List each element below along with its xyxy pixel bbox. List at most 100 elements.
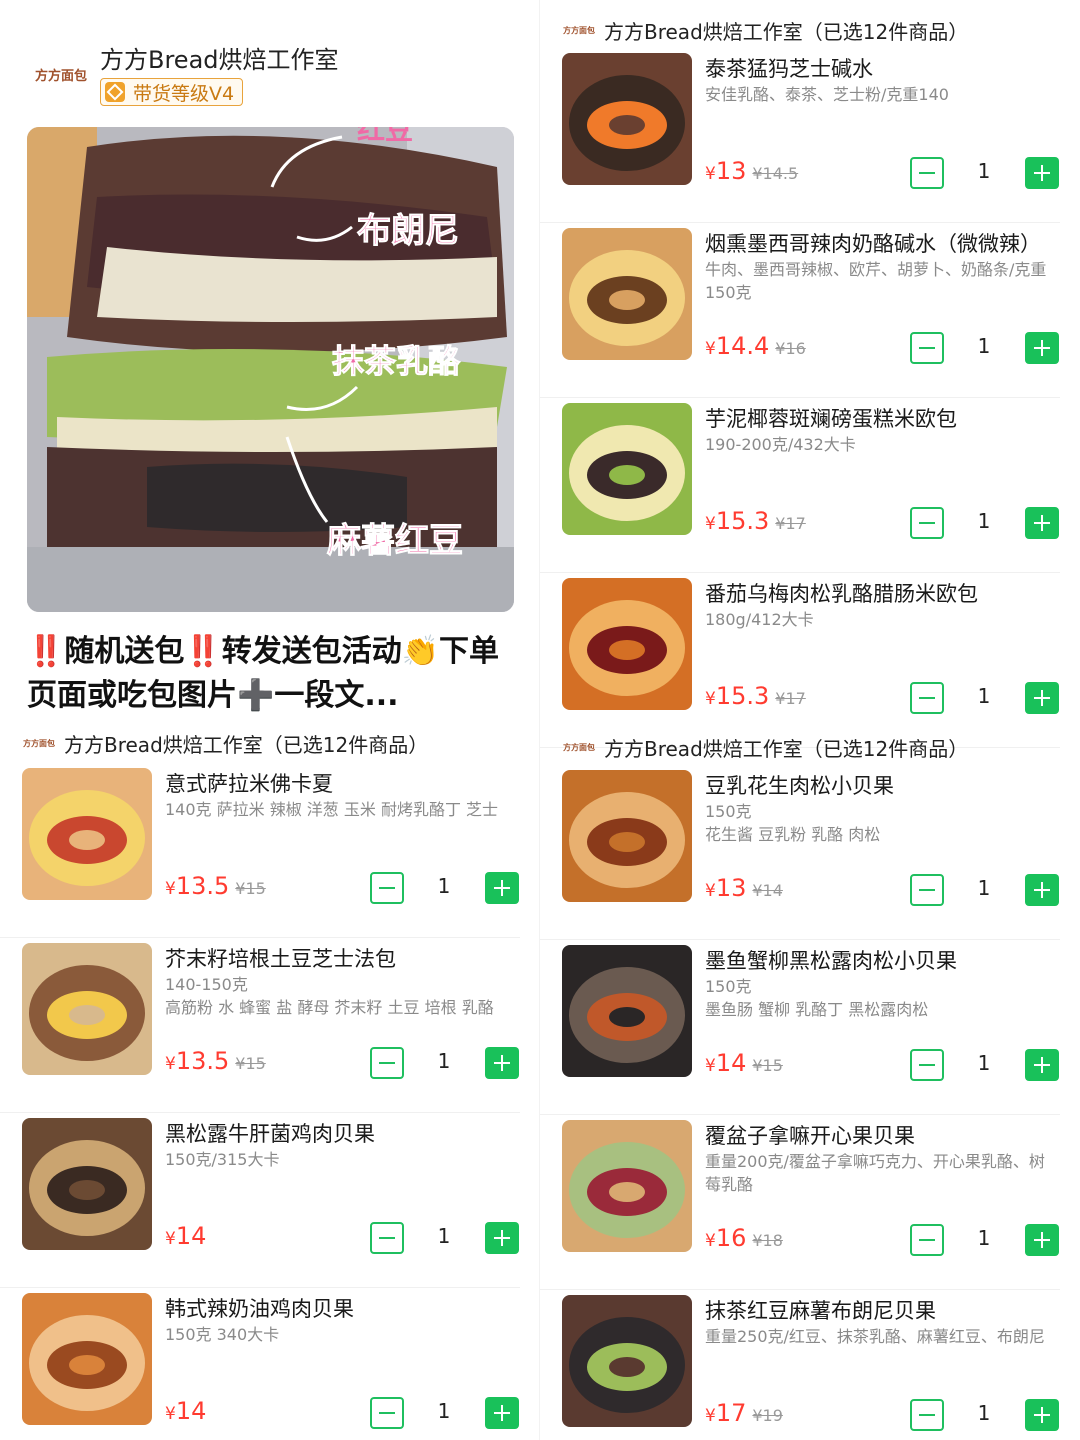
card-divider — [540, 572, 1060, 573]
product-thumbnail[interactable] — [562, 578, 692, 710]
product-card[interactable]: 覆盆子拿嘛开心果贝果 重量200克/覆盆子拿嘛巧克力、开心果乳酪、树莓乳酪 ¥1… — [540, 1120, 1060, 1290]
current-price: 14 — [175, 1397, 207, 1425]
product-thumbnail[interactable] — [22, 943, 152, 1075]
product-name[interactable]: 韩式辣奶油鸡肉贝果 — [165, 1293, 354, 1323]
product-thumbnail[interactable] — [562, 53, 692, 185]
store-strip-middle[interactable]: 方方面包 方方Bread烘焙工作室（已选12件商品） — [562, 733, 968, 762]
decrease-quantity-button[interactable] — [370, 1222, 404, 1254]
product-card[interactable]: 番茄乌梅肉松乳酪腊肠米欧包 180g/412大卡 ¥15.3 ¥17 1 — [540, 578, 1060, 748]
increase-quantity-button[interactable] — [1025, 1399, 1059, 1431]
product-card[interactable]: 泰茶猛犸芝士碱水 安佳乳酪、泰茶、芝士粉/克重140 ¥13 ¥14.5 1 — [540, 53, 1060, 223]
increase-quantity-button[interactable] — [1025, 332, 1059, 364]
product-price: ¥13 ¥14.5 — [705, 157, 799, 185]
store-strip[interactable]: 方方面包 方方Bread烘焙工作室（已选12件商品） — [22, 729, 428, 758]
hero-label-4: 麻薯红豆 — [327, 521, 463, 561]
product-card[interactable]: 豆乳花生肉松小贝果 150克 花生酱 豆乳粉 乳酪 肉松 ¥13 ¥14 1 — [540, 770, 1060, 940]
original-price: ¥16 — [775, 339, 806, 358]
product-name[interactable]: 芥末籽培根土豆芝士法包 — [165, 943, 396, 973]
decrease-quantity-button[interactable] — [910, 1224, 944, 1256]
product-thumbnail[interactable] — [22, 1293, 152, 1425]
hero-image[interactable]: 红豆 布朗尼 抹茶乳酪 麻薯红豆 — [27, 127, 514, 612]
product-photo — [562, 1120, 692, 1252]
product-card[interactable]: 黑松露牛肝菌鸡肉贝果 150克/315大卡 ¥14 1 — [0, 1118, 520, 1288]
quantity-value: 1 — [437, 1399, 451, 1423]
decrease-quantity-button[interactable] — [370, 1047, 404, 1079]
product-name[interactable]: 抹茶红豆麻薯布朗尼贝果 — [705, 1295, 936, 1325]
product-thumbnail[interactable] — [562, 228, 692, 360]
product-thumbnail[interactable] — [562, 1120, 692, 1252]
product-price: ¥14 ¥15 — [705, 1049, 783, 1077]
product-name[interactable]: 烟熏墨西哥辣肉奶酪碱水（微微辣） — [705, 228, 1041, 258]
hero-label-2: 布朗尼 — [357, 211, 459, 251]
store-mini-logo: 方方面包 — [563, 742, 595, 752]
product-thumbnail[interactable] — [22, 768, 152, 900]
decrease-quantity-button[interactable] — [370, 1397, 404, 1429]
product-price: ¥13 ¥14 — [705, 874, 783, 902]
product-card[interactable]: 抹茶红豆麻薯布朗尼贝果 重量250克/红豆、抹茶乳酪、麻薯红豆、布朗尼 ¥17 ¥… — [540, 1295, 1060, 1440]
product-photo — [22, 943, 152, 1075]
increase-quantity-button[interactable] — [1025, 874, 1059, 906]
decrease-quantity-button[interactable] — [910, 332, 944, 364]
increase-quantity-button[interactable] — [1025, 1224, 1059, 1256]
product-description: 150克 墨鱼肠 蟹柳 乳酪丁 黑松露肉松 — [705, 977, 929, 1019]
product-photo — [22, 768, 152, 900]
increase-quantity-button[interactable] — [1025, 682, 1059, 714]
product-photo — [562, 228, 692, 360]
current-price: 13 — [715, 157, 747, 185]
current-price: 13 — [715, 874, 747, 902]
quantity-value: 1 — [977, 509, 991, 533]
increase-quantity-button[interactable] — [485, 1222, 519, 1254]
decrease-quantity-button[interactable] — [910, 1399, 944, 1431]
card-divider — [540, 222, 1060, 223]
store-mini-logo: 方方面包 — [563, 25, 595, 35]
product-name[interactable]: 墨鱼蟹柳黑松露肉松小贝果 — [705, 945, 957, 975]
increase-quantity-button[interactable] — [485, 872, 519, 904]
quantity-value: 1 — [977, 159, 991, 183]
decrease-quantity-button[interactable] — [910, 1049, 944, 1081]
product-name[interactable]: 泰茶猛犸芝士碱水 — [705, 53, 873, 83]
product-thumbnail[interactable] — [562, 403, 692, 535]
increase-quantity-button[interactable] — [1025, 1049, 1059, 1081]
increase-quantity-button[interactable] — [485, 1397, 519, 1429]
product-price: ¥16 ¥18 — [705, 1224, 783, 1252]
product-card[interactable]: 烟熏墨西哥辣肉奶酪碱水（微微辣） 牛肉、墨西哥辣椒、欧芹、胡萝卜、奶酪条/克重1… — [540, 228, 1060, 398]
product-card[interactable]: 韩式辣奶油鸡肉贝果 150克 340大卡 ¥14 1 — [0, 1293, 520, 1440]
decrease-quantity-button[interactable] — [910, 874, 944, 906]
product-card[interactable]: 意式萨拉米佛卡夏 140克 萨拉米 辣椒 洋葱 玉米 耐烤乳酪丁 芝士 ¥13.… — [0, 768, 520, 938]
product-card[interactable]: 芋泥椰蓉斑斓磅蛋糕米欧包 190-200克/432大卡 ¥15.3 ¥17 1 — [540, 403, 1060, 573]
product-card[interactable]: 芥末籽培根土豆芝士法包 140-150克 高筋粉 水 蜂蜜 盐 酵母 芥末籽 土… — [0, 943, 520, 1113]
quantity-value: 1 — [437, 1049, 451, 1073]
product-thumbnail[interactable] — [562, 770, 692, 902]
shop-header[interactable]: 方方面包 方方Bread烘焙工作室 带货等级V4 — [22, 30, 522, 110]
product-description: 安佳乳酪、泰茶、芝士粉/克重140 — [705, 85, 949, 104]
product-name[interactable]: 覆盆子拿嘛开心果贝果 — [705, 1120, 915, 1150]
shop-name[interactable]: 方方Bread烘焙工作室 — [100, 40, 339, 75]
product-thumbnail[interactable] — [562, 945, 692, 1077]
product-thumbnail[interactable] — [22, 1118, 152, 1250]
product-name[interactable]: 意式萨拉米佛卡夏 — [165, 768, 333, 798]
product-name[interactable]: 番茄乌梅肉松乳酪腊肠米欧包 — [705, 578, 978, 608]
increase-quantity-button[interactable] — [1025, 507, 1059, 539]
hero-label-3: 抹茶乳酪 — [332, 342, 461, 380]
product-photo — [562, 578, 692, 710]
product-name[interactable]: 芋泥椰蓉斑斓磅蛋糕米欧包 — [705, 403, 957, 433]
product-card[interactable]: 墨鱼蟹柳黑松露肉松小贝果 150克 墨鱼肠 蟹柳 乳酪丁 黑松露肉松 ¥14 ¥1… — [540, 945, 1060, 1115]
current-price: 16 — [715, 1224, 747, 1252]
card-divider — [0, 1287, 520, 1288]
post-title[interactable]: ‼️随机送包‼️转发送包活动👏下单页面或吃包图片➕一段文... — [27, 630, 517, 718]
increase-quantity-button[interactable] — [485, 1047, 519, 1079]
decrease-quantity-button[interactable] — [370, 872, 404, 904]
decrease-quantity-button[interactable] — [910, 507, 944, 539]
decrease-quantity-button[interactable] — [910, 682, 944, 714]
product-price: ¥14 — [165, 1397, 207, 1425]
product-photo — [22, 1293, 152, 1425]
product-name[interactable]: 豆乳花生肉松小贝果 — [705, 770, 894, 800]
card-divider — [540, 939, 1060, 940]
decrease-quantity-button[interactable] — [910, 157, 944, 189]
product-thumbnail[interactable] — [562, 1295, 692, 1427]
store-strip-top[interactable]: 方方面包 方方Bread烘焙工作室（已选12件商品） — [562, 16, 968, 45]
product-description: 140-150克 高筋粉 水 蜂蜜 盐 酵母 芥末籽 土豆 培根 乳酪 — [165, 975, 494, 1017]
increase-quantity-button[interactable] — [1025, 157, 1059, 189]
product-name[interactable]: 黑松露牛肝菌鸡肉贝果 — [165, 1118, 375, 1148]
diamond-icon — [105, 82, 125, 102]
